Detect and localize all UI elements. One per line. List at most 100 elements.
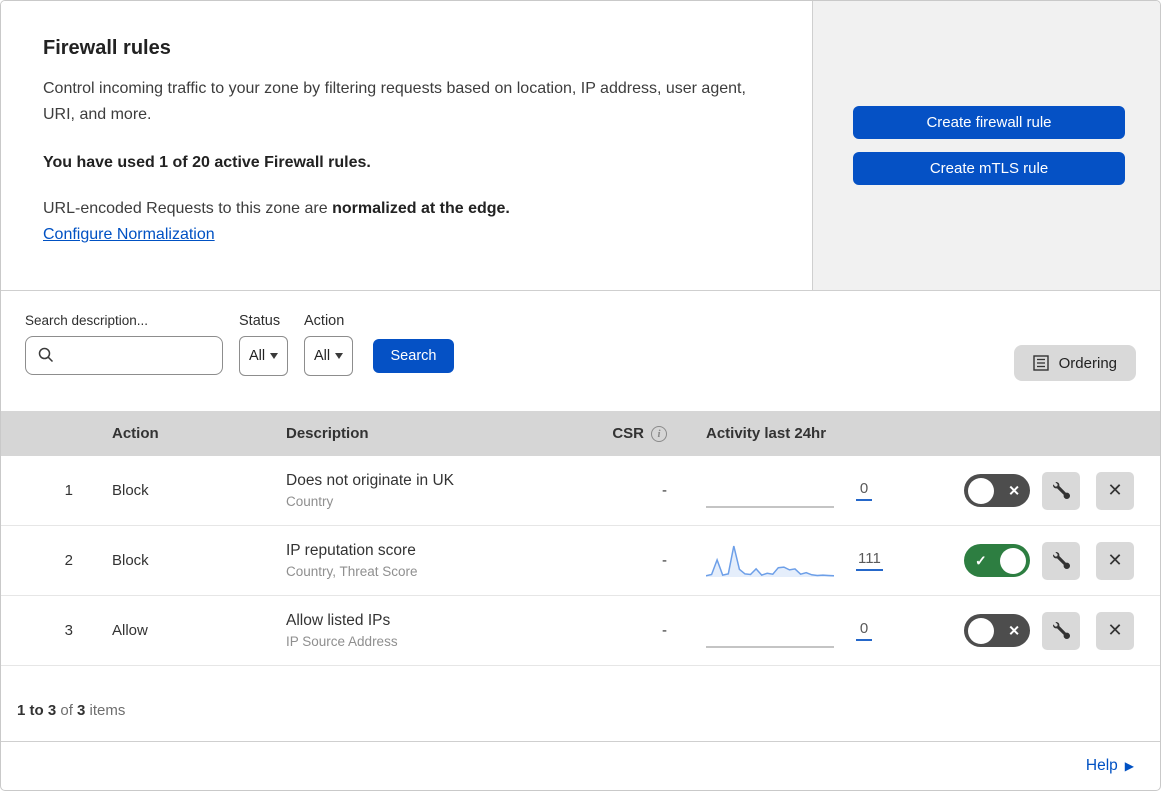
rule-enabled-toggle[interactable]: ✓ ✕ (964, 474, 1030, 507)
firewall-rules-table: Action Description CSR i Activity last 2… (1, 411, 1160, 666)
rule-controls: ✓ ✕ ✕ (911, 611, 1160, 650)
rule-activity-cell: 0 (671, 611, 911, 651)
rule-activity-cell: 111 (671, 541, 911, 581)
normalization-text: URL-encoded Requests to this zone are (43, 200, 333, 218)
x-icon: ✕ (1008, 622, 1020, 638)
status-select[interactable]: All (239, 336, 288, 376)
search-icon (38, 347, 54, 363)
rule-activity-cell: 0 (671, 471, 911, 511)
rule-controls: ✓ ✕ ✕ (911, 541, 1160, 580)
rule-controls: ✓ ✕ ✕ (911, 471, 1160, 510)
rule-description: Allow listed IPs (286, 612, 391, 629)
table-row: 3 Allow Allow listed IPs IP Source Addre… (1, 596, 1160, 666)
help-link[interactable]: Help ▶ (1086, 757, 1134, 775)
edit-rule-button[interactable] (1042, 611, 1080, 650)
status-select-value: All (248, 348, 266, 364)
activity-sparkline (706, 645, 834, 648)
action-select[interactable]: All (304, 336, 353, 376)
edit-rule-button[interactable] (1042, 541, 1080, 580)
normalization-bold-text: normalized at the edge. (332, 200, 510, 218)
rule-csr: - (662, 552, 667, 569)
rule-enabled-toggle[interactable]: ✓ ✕ (964, 544, 1030, 577)
action-column-header: Action (112, 425, 159, 442)
description-column-header: Description (286, 425, 369, 442)
items-of-text: of (56, 702, 78, 719)
search-label: Search description... (25, 313, 149, 328)
rule-priority: 3 (64, 622, 73, 639)
rule-action: Block (112, 482, 149, 499)
rule-fields: IP Source Address (286, 634, 398, 649)
search-button[interactable]: Search (373, 339, 454, 373)
ordering-list-icon (1032, 355, 1049, 371)
csr-column-header: CSR i (601, 425, 671, 442)
activity-count-link[interactable]: 0 (856, 620, 872, 641)
activity-sparkline (706, 505, 834, 508)
rule-csr: - (662, 622, 667, 639)
check-icon: ✓ (975, 552, 987, 568)
rule-fields: Country (286, 494, 334, 509)
chevron-down-icon (335, 353, 344, 359)
page-description: Control incoming traffic to your zone by… (43, 80, 746, 124)
toggle-knob (968, 477, 994, 504)
table-row: 2 Block IP reputation score Country, Thr… (1, 526, 1160, 596)
table-header-row: Action Description CSR i Activity last 2… (1, 411, 1160, 456)
wrench-icon (1052, 482, 1070, 499)
x-icon: ✕ (1008, 482, 1020, 498)
configure-normalization-link[interactable]: Configure Normalization (43, 226, 215, 244)
usage-notice: You have used 1 of 20 active Firewall ru… (43, 154, 371, 172)
activity-column-header: Activity last 24hr (706, 425, 827, 442)
filter-bar: Search description... Status All Action … (1, 291, 1160, 411)
rule-priority: 1 (64, 482, 73, 499)
activity-count-link[interactable]: 111 (856, 550, 883, 571)
activity-count-link[interactable]: 0 (856, 480, 872, 501)
wrench-icon (1052, 622, 1070, 639)
ordering-button-label: Ordering (1058, 354, 1117, 372)
status-filter-group: Status All (239, 313, 288, 376)
toggle-knob (968, 617, 994, 644)
create-firewall-rule-button[interactable]: Create firewall rule (853, 106, 1125, 139)
normalization-notice: URL-encoded Requests to this zone are no… (43, 200, 770, 218)
items-range: 1 to 3 (17, 702, 57, 719)
rule-action: Block (112, 552, 149, 569)
rule-fields: Country, Threat Score (286, 564, 418, 579)
page-title: Firewall rules (43, 37, 171, 59)
intro-card: Firewall rules Control incoming traffic … (1, 1, 813, 291)
wrench-icon (1052, 552, 1070, 569)
close-icon: ✕ (1107, 620, 1123, 640)
ordering-button[interactable]: Ordering (1013, 345, 1136, 381)
rule-enabled-toggle[interactable]: ✓ ✕ (964, 614, 1030, 647)
rule-action: Allow (112, 622, 148, 639)
rule-description-cell: Allow listed IPs IP Source Address (286, 612, 601, 649)
action-filter-group: Action All (304, 313, 353, 376)
create-mtls-rule-button[interactable]: Create mTLS rule (853, 152, 1125, 185)
activity-sparkline (706, 545, 834, 577)
rule-description: IP reputation score (286, 542, 416, 559)
table-row: 1 Block Does not originate in UK Country… (1, 456, 1160, 526)
chevron-down-icon (270, 353, 279, 359)
rule-csr: - (662, 482, 667, 499)
search-group: Search description... (25, 313, 223, 375)
toggle-knob (1000, 547, 1026, 574)
pagination-summary: 1 to 3 of 3 items (1, 666, 1160, 742)
csr-header-label: CSR (612, 425, 644, 442)
status-label: Status (239, 313, 281, 329)
search-input[interactable] (25, 336, 223, 375)
firewall-rules-page: Firewall rules Control incoming traffic … (0, 0, 1161, 791)
top-section: Firewall rules Control incoming traffic … (1, 1, 1160, 291)
delete-rule-button[interactable]: ✕ (1096, 541, 1134, 580)
delete-rule-button[interactable]: ✕ (1096, 471, 1134, 510)
actions-panel: Create firewall rule Create mTLS rule (813, 1, 1160, 291)
rule-description-cell: IP reputation score Country, Threat Scor… (286, 542, 601, 579)
delete-rule-button[interactable]: ✕ (1096, 611, 1134, 650)
arrow-right-icon: ▶ (1124, 759, 1134, 773)
info-icon[interactable]: i (651, 425, 667, 442)
help-link-label: Help (1085, 757, 1118, 774)
help-bar: Help ▶ (1, 742, 1160, 790)
close-icon: ✕ (1107, 550, 1123, 570)
rule-description: Does not originate in UK (286, 472, 455, 489)
rule-priority: 2 (64, 552, 73, 569)
items-label: items (85, 702, 126, 719)
edit-rule-button[interactable] (1042, 471, 1080, 510)
action-label: Action (304, 313, 345, 329)
action-select-value: All (313, 348, 331, 364)
